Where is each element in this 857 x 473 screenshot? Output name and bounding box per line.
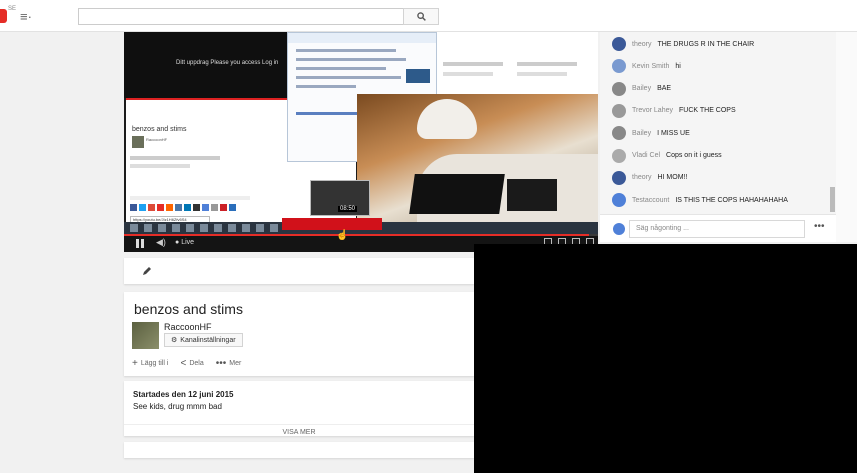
chat-message[interactable]: Vladi Cel Cops on it i guess xyxy=(600,145,830,167)
chat-text: FUCK THE COPS xyxy=(678,107,736,115)
comments-card xyxy=(124,442,474,458)
chat-edge xyxy=(836,32,857,242)
pencil-icon[interactable] xyxy=(142,266,152,276)
inner-share-icons xyxy=(130,204,236,211)
chat-message[interactable]: theory THE DRUGS R IN THE CHAIR xyxy=(600,33,830,55)
video-actions: + Lägg till i < Dela ••• Mer xyxy=(132,358,241,369)
chat-message[interactable]: Bailey I MISS UE xyxy=(600,122,830,144)
chat-message[interactable]: Trevor Lahey FUCK THE COPS xyxy=(600,100,830,122)
inner-red-bar xyxy=(282,218,382,230)
chat-message[interactable]: Bailey BAE xyxy=(600,78,830,100)
player-progress-bar[interactable] xyxy=(124,234,598,236)
video-player[interactable]: Ditt uppdrag Please you access Log in be… xyxy=(124,32,598,252)
avatar xyxy=(612,148,626,163)
chat-text: HI MOM!! xyxy=(657,174,688,182)
inner-channel-avatar xyxy=(132,136,144,148)
black-overlay xyxy=(474,244,857,473)
inner-browser-window xyxy=(437,32,598,94)
masthead: SE ≡· xyxy=(0,0,857,32)
chat-text: BAE xyxy=(657,85,672,93)
show-more-button[interactable]: VISA MER xyxy=(124,424,474,438)
chat-text: THE DRUGS R IN THE CHAIR xyxy=(657,40,755,48)
channel-settings-label: Kanalinställningar xyxy=(180,336,236,344)
chat-text: I MISS UE xyxy=(657,129,690,137)
more-button[interactable]: ••• Mer xyxy=(216,358,242,369)
youtube-logo[interactable] xyxy=(0,9,7,23)
channel-settings-button[interactable]: ⚙ Kanalinställningar xyxy=(164,333,243,347)
chat-author[interactable]: theory xyxy=(632,41,651,48)
video-info-card: benzos and stims RaccoonHF ⚙ Kanalinstäl… xyxy=(124,292,474,376)
video-description: See kids, drug mmm bad xyxy=(133,402,222,411)
avatar xyxy=(612,126,626,141)
chat-author[interactable]: theory xyxy=(632,174,651,181)
chat-author[interactable]: Trevor Lahey xyxy=(632,107,673,114)
chat-text: hi xyxy=(675,62,681,70)
avatar xyxy=(612,59,626,74)
chat-author[interactable]: Bailey xyxy=(632,130,651,137)
chat-author[interactable]: Vladi Cel xyxy=(632,152,660,159)
avatar[interactable] xyxy=(132,322,159,349)
chat-message-list[interactable]: theory THE DRUGS R IN THE CHAIR Kevin Smit… xyxy=(600,32,830,212)
chat-text: IS THIS THE COPS HAHAHAHAHA xyxy=(675,196,788,204)
search-icon xyxy=(416,12,426,21)
inner-thumb-time: 08:50 xyxy=(338,206,358,212)
pause-icon[interactable] xyxy=(136,239,144,248)
chat-author[interactable]: Testaccount xyxy=(632,197,669,204)
avatar xyxy=(612,81,626,96)
chat-message[interactable]: Testaccount IS THIS THE COPS HAHAHAHAHA xyxy=(600,189,830,211)
hamburger-icon[interactable]: ≡· xyxy=(20,10,32,23)
search-input[interactable] xyxy=(78,8,404,25)
description-card: Startades den 12 juni 2015 See kids, dru… xyxy=(124,381,474,436)
logo-country: SE xyxy=(8,6,17,12)
live-chat: theory THE DRUGS R IN THE CHAIR Kevin Smit… xyxy=(600,32,836,242)
avatar xyxy=(613,223,625,235)
video-title: benzos and stims xyxy=(134,301,243,317)
search-button[interactable] xyxy=(403,8,439,25)
chat-author[interactable]: Bailey xyxy=(632,85,651,92)
share-button[interactable]: < Dela xyxy=(180,358,203,369)
avatar xyxy=(612,170,626,185)
started-date: Startades den 12 juni 2015 xyxy=(133,390,234,399)
chat-message[interactable]: theory HI MOM!! xyxy=(600,167,830,189)
more-icon: ••• xyxy=(215,358,227,369)
ellipsis-icon[interactable]: ••• xyxy=(814,221,825,232)
webcam-feed xyxy=(357,94,598,222)
chat-author[interactable]: Kevin Smith xyxy=(632,63,669,70)
action-bar xyxy=(124,258,474,284)
chat-text: Cops on it i guess xyxy=(666,152,722,159)
chat-input[interactable]: Säg någonting ... xyxy=(629,220,805,238)
chat-input-placeholder: Säg någonting ... xyxy=(636,225,689,232)
inner-video-title: benzos and stims xyxy=(132,126,187,133)
live-label: Live xyxy=(181,239,195,246)
inner-channel-name: RaccoonHF xyxy=(146,137,168,142)
gear-icon: ⚙ xyxy=(171,337,178,344)
mouse-cursor-icon: ☝ xyxy=(336,230,349,241)
avatar xyxy=(612,193,626,208)
channel-name[interactable]: RaccoonHF xyxy=(164,322,212,332)
chat-message[interactable]: Kevin Smith hi xyxy=(600,55,830,77)
plus-icon: + xyxy=(132,358,138,369)
volume-icon[interactable]: ◀︎) xyxy=(156,237,166,248)
share-icon: < xyxy=(180,358,187,369)
chat-scrollbar[interactable] xyxy=(830,187,835,212)
live-indicator: ● Live xyxy=(175,239,195,246)
avatar xyxy=(612,37,626,51)
add-to-button[interactable]: + Lägg till i xyxy=(132,358,168,369)
avatar xyxy=(612,103,626,118)
chat-input-row: Säg någonting ... ••• xyxy=(600,214,836,242)
